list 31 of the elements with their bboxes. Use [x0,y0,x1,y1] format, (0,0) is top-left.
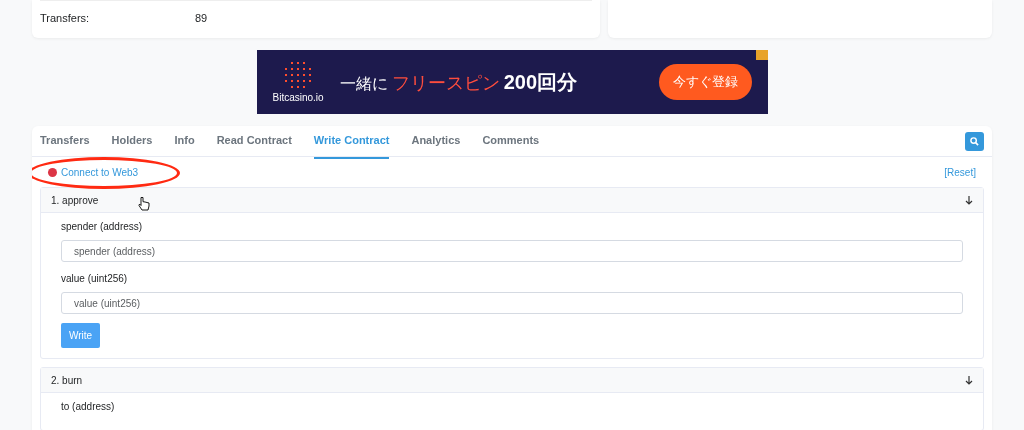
tab[interactable]: Comments [482,126,540,160]
reset-link[interactable]: [Reset] [944,164,976,180]
ad-highlight: フリースピン [391,72,500,95]
tab[interactable]: Write Contract [313,126,390,160]
search-icon [970,136,979,146]
transfers-value: 89 [195,11,208,26]
tab[interactable]: Read Contract [216,126,292,160]
function-title: 2. burn [51,373,83,388]
write-button[interactable]: Write [61,323,101,348]
tab[interactable]: Holders [111,126,153,160]
function-header[interactable]: 1. approve [41,188,983,213]
ad-brand: Bitcasino.io [272,90,324,105]
hand-cursor-icon [138,195,151,211]
tab[interactable]: Info [174,126,195,160]
input-field[interactable]: value (uint256) [61,292,963,314]
input-field[interactable]: spender (address) [61,240,963,262]
field-label: value (uint256) [61,272,129,286]
connect-link[interactable]: Connect to Web3 [61,164,139,180]
field-label: spender (address) [61,220,144,234]
signup-button[interactable]: 今すぐ登録 [658,64,752,100]
function-title: 1. approve [51,193,99,208]
tab[interactable]: Transfers [40,126,90,160]
ad-amount: 200回分 [503,70,577,95]
transfers-label: Transfers: [40,11,91,26]
search-button[interactable] [965,131,984,151]
ad-banner[interactable]: Bitcasino.io 一緒に フリースピン 200回分 今すぐ登録 [256,50,768,114]
function-header[interactable]: 2. burn [41,368,983,393]
ad-choices-icon[interactable] [755,50,768,60]
tab[interactable]: Analytics [411,126,461,160]
field-label: to (address) [61,400,116,414]
ad-text: 一緒に [339,74,388,94]
